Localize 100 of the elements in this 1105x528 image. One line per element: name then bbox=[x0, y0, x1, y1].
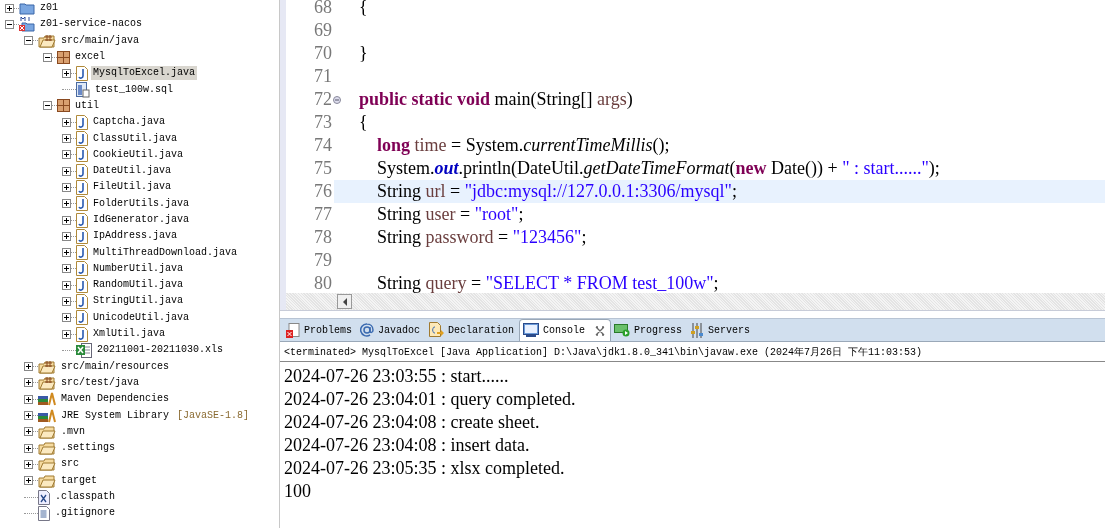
tree-item[interactable]: excel bbox=[73, 50, 107, 65]
console-line: 2024-07-26 23:05:35 : xlsx completed. bbox=[284, 457, 566, 480]
java-file-icon bbox=[76, 294, 88, 309]
panel-tab[interactable]: Progress bbox=[611, 319, 688, 341]
expand-icon[interactable] bbox=[62, 231, 71, 241]
line-number: 72 bbox=[314, 89, 332, 110]
panel-tab[interactable]: Javadoc bbox=[357, 319, 426, 341]
console-line: 2024-07-26 23:04:01 : query completed. bbox=[284, 388, 577, 411]
sliders-icon bbox=[690, 322, 705, 338]
folder-icon bbox=[38, 457, 56, 472]
tree-item[interactable]: src/main/resources bbox=[59, 359, 172, 374]
tree-item[interactable]: StringUtil.java bbox=[91, 294, 185, 309]
close-icon[interactable] bbox=[595, 325, 606, 336]
tree-item[interactable]: NumberUtil.java bbox=[91, 261, 185, 276]
code-line: String password = "123456"; bbox=[376, 227, 587, 248]
expand-icon[interactable] bbox=[62, 117, 71, 127]
tree-item[interactable]: FolderUtils.java bbox=[91, 196, 191, 211]
package-folder-icon bbox=[38, 33, 56, 48]
expand-icon[interactable] bbox=[62, 166, 71, 176]
expand-icon[interactable] bbox=[62, 182, 71, 192]
collapse-icon[interactable] bbox=[43, 52, 52, 62]
tree-item[interactable]: .classpath bbox=[53, 490, 117, 505]
horizontal-scrollbar[interactable] bbox=[286, 293, 1105, 310]
expand-icon[interactable] bbox=[62, 297, 71, 306]
tree-item[interactable]: z01-service-nacos bbox=[38, 17, 145, 32]
folder-icon bbox=[19, 1, 35, 16]
tree-item[interactable]: Maven Dependencies bbox=[59, 392, 172, 407]
tree-item[interactable]: FileUtil.java bbox=[91, 180, 173, 195]
console-line: 2024-07-26 23:04:08 : insert data. bbox=[284, 434, 531, 457]
tree-item[interactable]: z01 bbox=[38, 1, 60, 16]
java-file-icon bbox=[76, 245, 88, 261]
tree-item[interactable]: 20211001-20211030.xls bbox=[95, 343, 226, 358]
code-line: System.out.println(DateUtil.getDateTimeFormat(new Date()) + " : start......"); bbox=[376, 158, 940, 179]
tree-item[interactable]: src/test/java bbox=[59, 375, 141, 390]
panel-tab[interactable]: Problems bbox=[283, 319, 357, 341]
expand-icon[interactable] bbox=[24, 476, 33, 486]
collapse-icon[interactable] bbox=[43, 101, 52, 111]
panel-tab[interactable]: Servers bbox=[687, 319, 756, 341]
tree-item[interactable]: IdGenerator.java bbox=[91, 213, 191, 227]
expand-icon[interactable] bbox=[62, 150, 71, 160]
expand-icon[interactable] bbox=[62, 215, 71, 225]
expand-icon[interactable] bbox=[24, 362, 33, 372]
code-line: String url = "jdbc:mysql://127.0.0.1:3306/mysql"; bbox=[376, 181, 737, 202]
expand-icon[interactable] bbox=[62, 68, 71, 78]
package-icon bbox=[57, 99, 70, 113]
code-line: { bbox=[359, 0, 368, 18]
expand-icon[interactable] bbox=[62, 329, 71, 339]
tree-item[interactable]: target bbox=[59, 473, 99, 488]
line-number: 78 bbox=[314, 227, 332, 248]
tree-item[interactable]: MysqlToExcel.java bbox=[91, 66, 198, 81]
tree-item[interactable]: src/main/java bbox=[59, 33, 141, 48]
expand-icon[interactable] bbox=[24, 411, 33, 421]
line-number: 79 bbox=[314, 250, 332, 271]
expand-icon[interactable] bbox=[62, 248, 71, 258]
tree-item[interactable]: Captcha.java bbox=[91, 115, 167, 130]
java-file-icon bbox=[76, 196, 88, 212]
tree-item[interactable]: .gitignore bbox=[53, 506, 117, 521]
expand-icon[interactable] bbox=[24, 427, 33, 437]
expand-icon[interactable] bbox=[24, 378, 33, 388]
tree-item[interactable]: MultiThreadDownload.java bbox=[91, 245, 240, 260]
collapse-icon[interactable] bbox=[5, 19, 14, 29]
tree-item[interactable]: .mvn bbox=[59, 424, 87, 439]
tree-item[interactable]: ClassUtil.java bbox=[91, 131, 179, 146]
console-header: <terminated> MysqlToExcel [Java Application] D:\Java\jdk1.8.0_341\bin\javaw.exe (2024年7月26日 下午11:03:53) bbox=[280, 342, 1105, 362]
project-icon bbox=[19, 16, 35, 33]
tree-item[interactable]: src bbox=[59, 457, 81, 472]
folder-icon bbox=[38, 424, 56, 439]
console-line: 2024-07-26 23:04:08 : create sheet. bbox=[284, 411, 541, 434]
collapse-icon[interactable] bbox=[24, 36, 33, 46]
tree-item[interactable]: XmlUtil.java bbox=[91, 327, 167, 342]
java-file-icon bbox=[76, 261, 88, 277]
scroll-left-button[interactable] bbox=[337, 294, 352, 309]
tree-item[interactable]: JRE System Library bbox=[59, 408, 172, 423]
tree-item[interactable]: IpAddress.java bbox=[91, 229, 179, 244]
tree-item[interactable]: util bbox=[73, 98, 101, 113]
panel-tab[interactable]: Declaration bbox=[425, 319, 520, 341]
panel-tab[interactable]: Console bbox=[519, 319, 612, 341]
line-number: 69 bbox=[314, 20, 332, 41]
spreadsheet-icon bbox=[76, 342, 92, 359]
expand-icon[interactable] bbox=[5, 3, 14, 13]
java-file-icon bbox=[76, 147, 88, 163]
expand-icon[interactable] bbox=[62, 134, 71, 143]
tree-item[interactable]: CookieUtil.java bbox=[91, 147, 185, 162]
expand-icon[interactable] bbox=[62, 264, 71, 274]
expand-icon[interactable] bbox=[62, 313, 71, 323]
expand-icon[interactable] bbox=[24, 459, 33, 469]
line-number: 76 bbox=[314, 181, 332, 202]
expand-icon[interactable] bbox=[24, 394, 33, 404]
tree-item[interactable]: .settings bbox=[59, 441, 117, 456]
at-sign-icon bbox=[360, 323, 374, 337]
tree-item[interactable]: UnicodeUtil.java bbox=[91, 310, 191, 325]
expand-icon[interactable] bbox=[62, 280, 71, 290]
code-line: long time = System.currentTimeMillis(); bbox=[376, 135, 670, 156]
x-file-icon bbox=[38, 489, 50, 505]
expand-icon[interactable] bbox=[24, 443, 33, 453]
tree-item[interactable]: DateUtil.java bbox=[91, 164, 173, 179]
expand-icon[interactable] bbox=[62, 199, 71, 209]
tree-item[interactable]: test_100w.sql bbox=[93, 82, 175, 97]
tree-item[interactable]: RandomUtil.java bbox=[91, 278, 185, 293]
left-arrow-icon bbox=[341, 297, 348, 306]
